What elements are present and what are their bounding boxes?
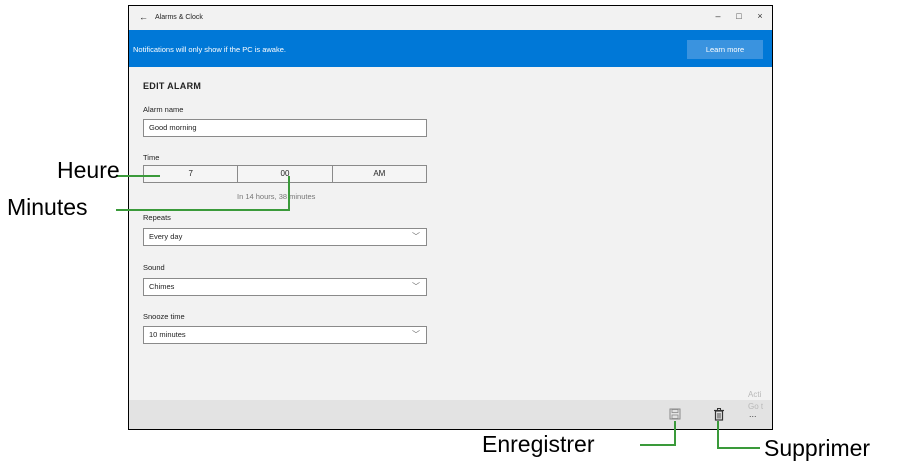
command-bar: Go t ... [129,400,772,429]
save-icon[interactable] [669,408,681,423]
banner-text: Notifications will only show if the PC i… [133,45,286,54]
time-picker[interactable]: 7 00 AM [143,165,427,183]
title-bar: ← Alarms & Clock – □ × [129,6,772,30]
trash-icon-graphic [714,408,724,421]
sound-value: Chimes [149,282,175,291]
snooze-value: 10 minutes [149,330,186,339]
page-title: EDIT ALARM [143,81,202,91]
learn-more-button[interactable]: Learn more [687,40,763,59]
app-window: ← Alarms & Clock – □ × Notifications wil… [128,5,773,430]
activation-watermark: Acti [748,390,762,399]
chevron-down-icon: ﹀ [412,232,420,241]
save-icon-graphic [669,408,681,420]
time-label: Time [143,153,160,162]
back-arrow-icon[interactable]: ← [139,12,148,22]
sound-dropdown[interactable]: Chimes ﹀ [143,278,427,296]
alarm-name-field[interactable]: Good morning [143,119,427,137]
minimize-button[interactable]: – [711,11,725,21]
close-button[interactable]: × [753,11,767,21]
repeats-value: Every day [149,232,183,241]
sound-label: Sound [143,263,165,272]
repeats-label: Repeats [143,213,171,222]
alarm-name-label: Alarm name [143,105,184,114]
window-title: Alarms & Clock [155,14,203,21]
enregistrer-callout: Enregistrer [482,431,595,457]
supprimer-callout: Supprimer [764,435,871,461]
minutes-callout: Minutes [7,194,88,220]
alarm-name-value: Good morning [149,123,197,132]
more-options-button[interactable]: ... [749,409,757,419]
am-pm-picker[interactable]: AM [331,166,426,182]
repeats-dropdown[interactable]: Every day ﹀ [143,228,427,246]
heure-callout: Heure [57,157,120,183]
time-until-alarm: In 14 hours, 38 minutes [237,192,316,201]
trash-icon[interactable] [713,408,725,424]
snooze-label: Snooze time [143,312,185,321]
notification-banner: Notifications will only show if the PC i… [129,30,772,67]
snooze-dropdown[interactable]: 10 minutes ﹀ [143,326,427,344]
chevron-down-icon: ﹀ [412,282,420,291]
minute-picker[interactable]: 00 [237,166,331,182]
hour-picker[interactable]: 7 [144,166,237,182]
chevron-down-icon: ﹀ [412,330,420,339]
maximize-button[interactable]: □ [732,11,746,21]
edit-alarm-panel: EDIT ALARM Alarm name Good morning Time … [129,67,772,400]
